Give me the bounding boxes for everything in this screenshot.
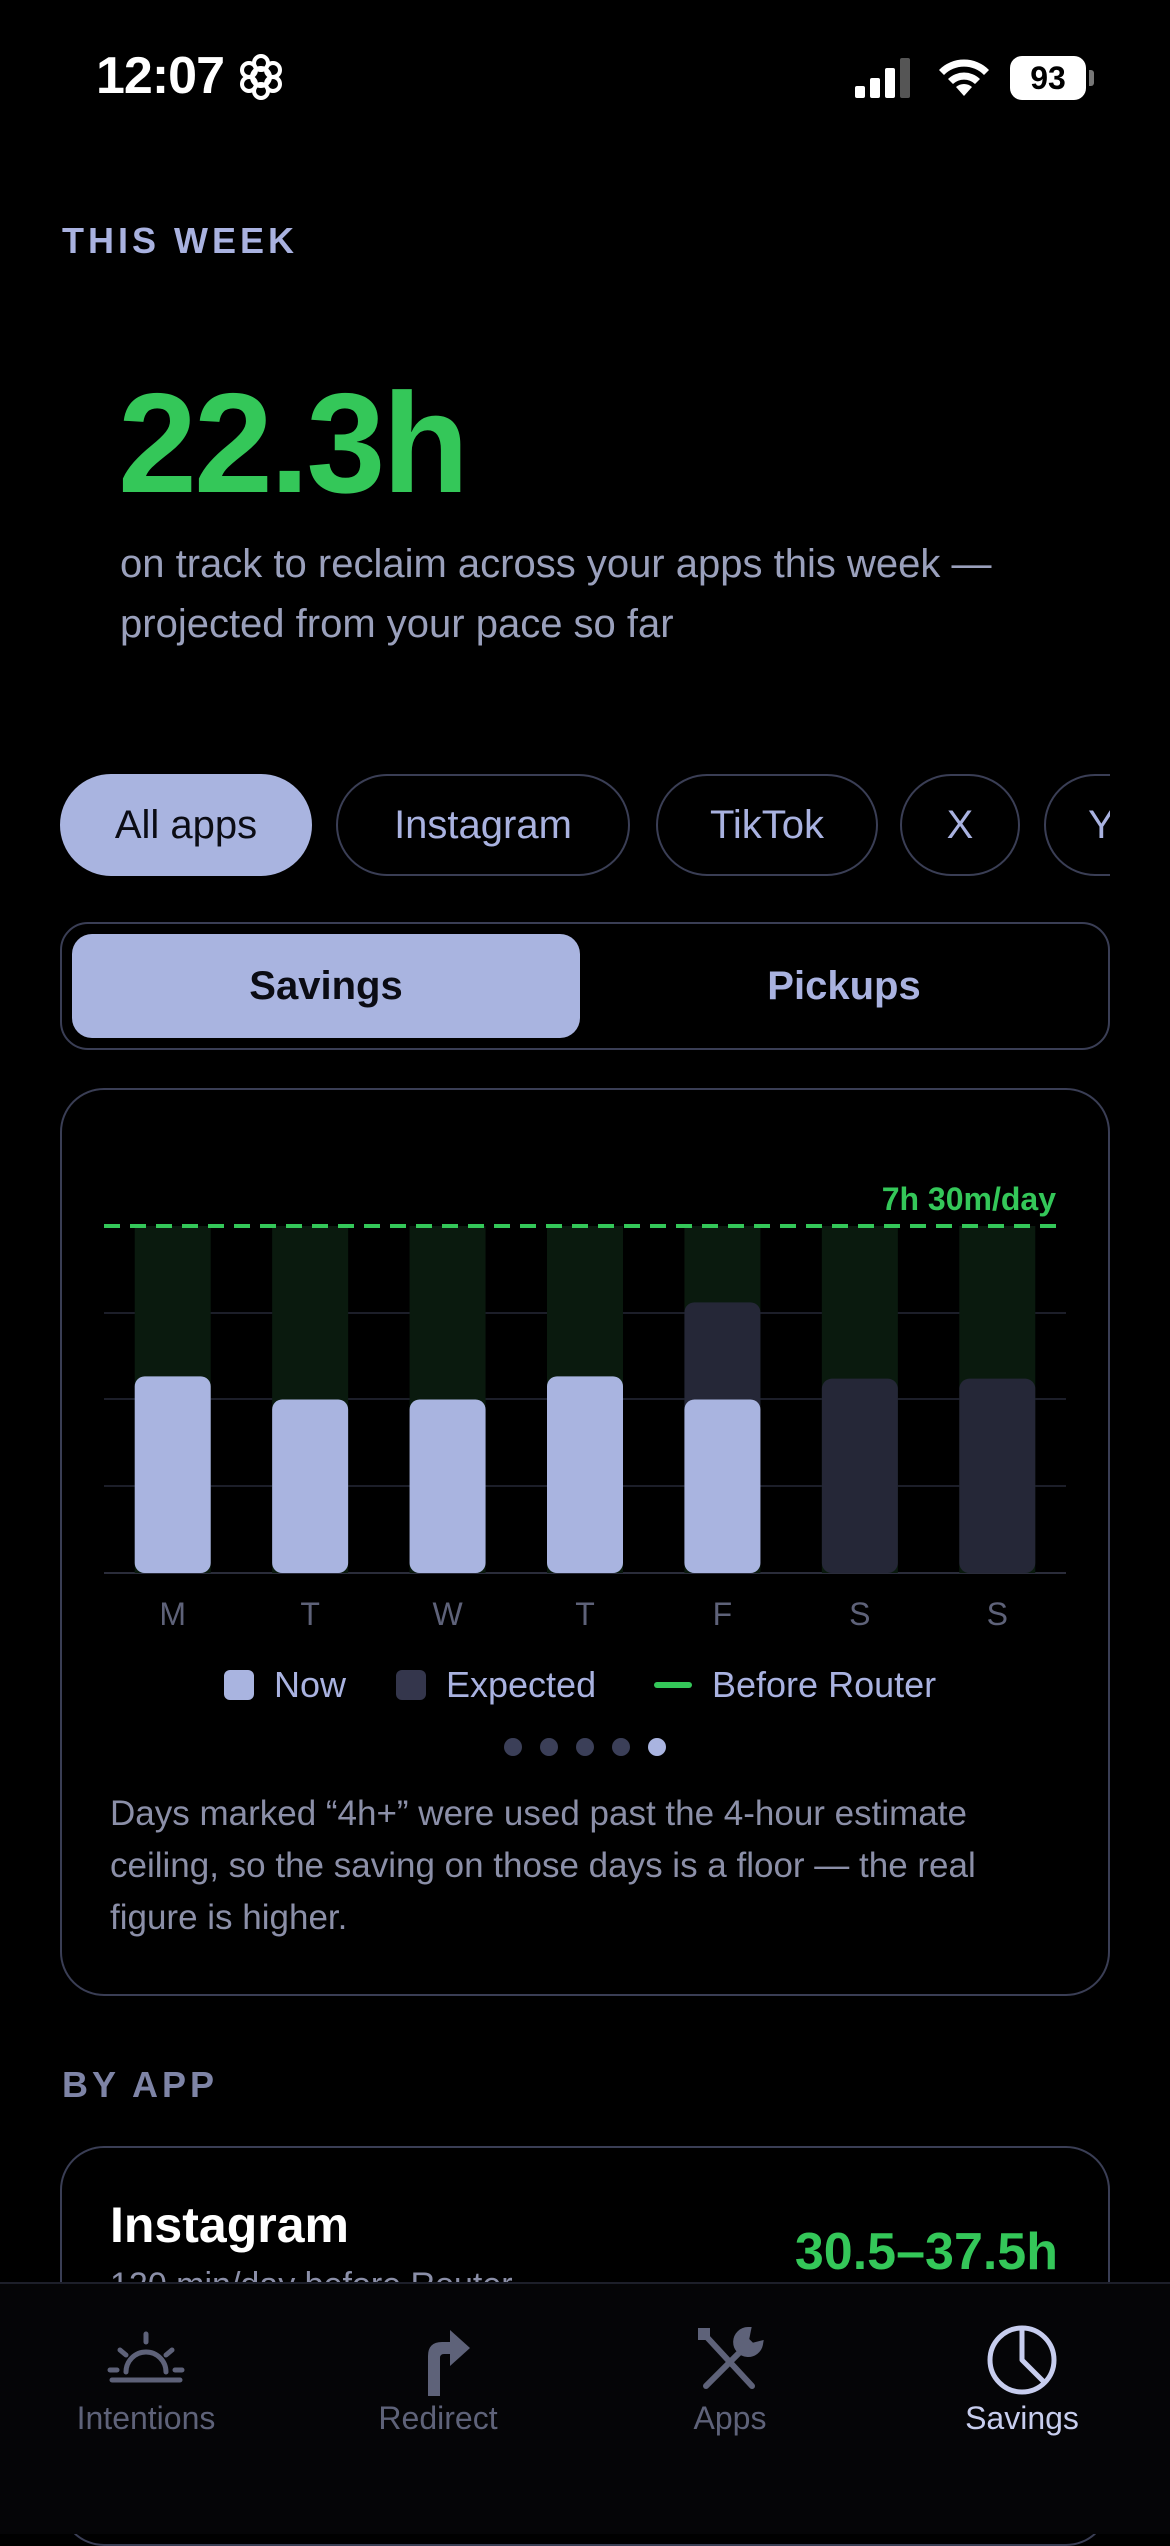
x-tick-label: T [300,1596,320,1632]
tab-redirect[interactable]: Redirect [292,2304,584,2454]
app-card-name: Instagram [110,2197,349,2253]
legend-before-router: Before Router [654,1660,936,1710]
redirect-arrow-icon [428,2330,470,2396]
pager-dot[interactable] [612,1738,630,1756]
chart-legend: Now Expected Before Router [0,1660,1170,1710]
tab-savings-label: Savings [965,2400,1079,2436]
x-tick-label: W [432,1596,463,1632]
expected-bar [821,1378,898,1573]
tab-intentions-label: Intentions [76,2400,216,2436]
section-title-by-app: BY APP [62,2064,219,2105]
chart-pager-dots [0,1738,1170,1758]
legend-expected-label: Expected [446,1664,597,1705]
tab-intentions[interactable]: Intentions [0,2304,292,2454]
x-tick-label: S [849,1596,870,1632]
x-tick-label: T [575,1596,595,1632]
legend-expected-swatch [396,1670,426,1700]
now-bar [684,1399,761,1573]
pie-chart-icon [987,2325,1057,2395]
pager-dot[interactable] [504,1738,522,1756]
tab-apps[interactable]: Apps [584,2304,876,2454]
tab-redirect-label: Redirect [378,2400,498,2436]
legend-now: Now [224,1660,346,1710]
weekly-savings-bar-chart: M T W T F S S 7h 30m/day [104,1181,1066,1632]
pager-dot[interactable] [576,1738,594,1756]
x-tick-label: M [159,1596,186,1632]
now-bar [547,1376,623,1573]
pager-dot[interactable] [540,1738,558,1756]
sunrise-icon [107,2331,185,2383]
pager-dot-active[interactable] [648,1738,666,1756]
legend-expected: Expected [396,1660,596,1710]
tab-savings[interactable]: Savings [876,2304,1168,2454]
before-router-line-label: 7h 30m/day [882,1181,1057,1217]
now-bar [134,1376,211,1573]
app-card-savings-range: 30.5–37.5h [794,2223,1058,2281]
legend-now-label: Now [274,1664,347,1705]
tab-apps-label: Apps [693,2400,767,2436]
tab-bar: Intentions Redirect Apps Savings [0,2282,1170,2534]
legend-now-swatch [224,1670,254,1700]
tools-icon [698,2326,764,2389]
now-bar [409,1399,486,1573]
legend-before-router-swatch [654,1682,692,1688]
legend-before-router-label: Before Router [712,1664,937,1705]
now-bar [272,1399,349,1573]
chart-footnote: Days marked “4h+” were used past the 4-h… [110,1794,976,1937]
x-tick-label: S [987,1596,1008,1632]
x-tick-label: F [713,1596,733,1632]
expected-bar [959,1378,1036,1573]
